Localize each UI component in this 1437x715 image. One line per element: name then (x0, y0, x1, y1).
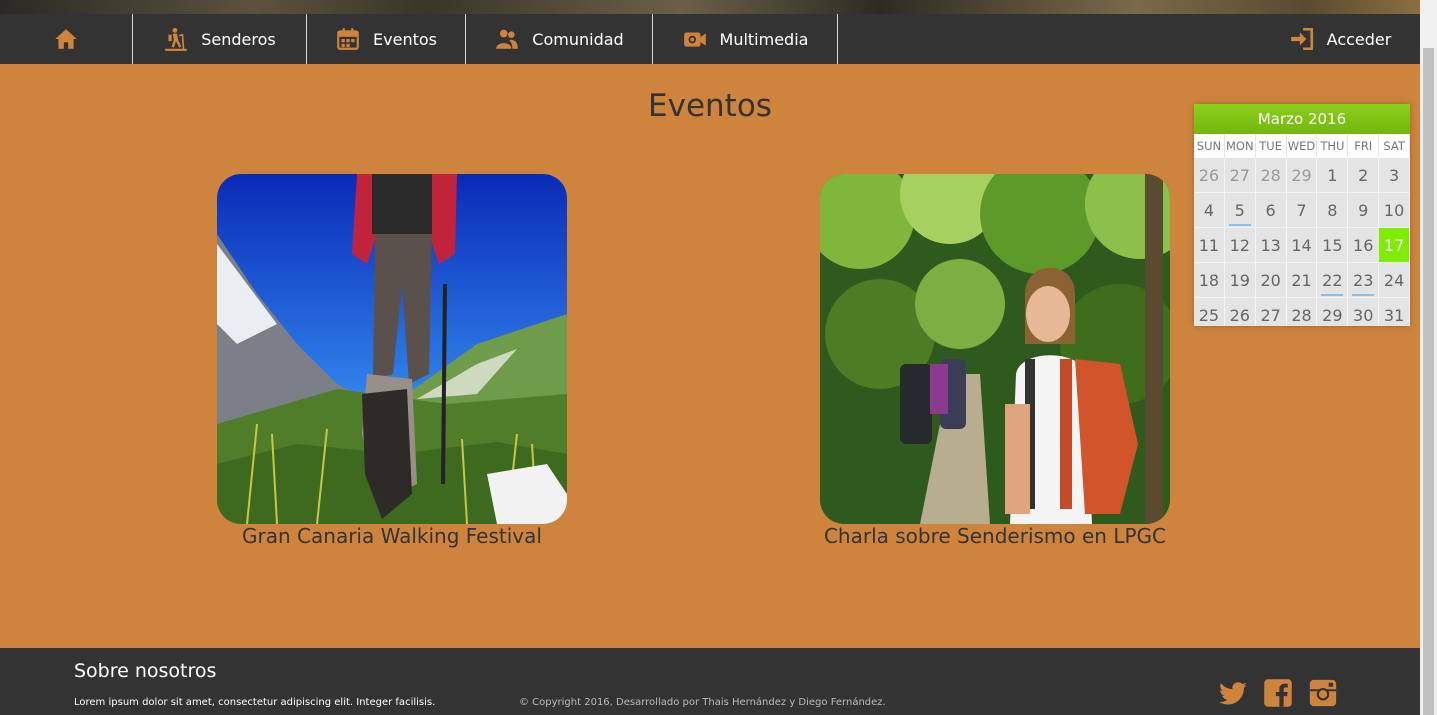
hiker-icon (165, 27, 188, 51)
weekday-label: SAT (1379, 134, 1410, 158)
calendar-day[interactable]: 29 (1317, 298, 1349, 326)
calendar-day[interactable]: 27 (1255, 298, 1287, 326)
event-title[interactable]: Charla sobre Senderismo en LPGC (740, 524, 1250, 548)
nav-label-comunidad: Comunidad (532, 29, 624, 49)
camera-icon (683, 32, 706, 47)
calendar-day[interactable]: 8 (1317, 193, 1349, 228)
calendar-icon (337, 28, 359, 50)
nav-label-multimedia: Multimedia (719, 29, 809, 49)
calendar-day[interactable]: 16 (1348, 228, 1380, 263)
calendar-day[interactable]: 12 (1224, 228, 1256, 263)
calendar-day[interactable]: 6 (1255, 193, 1287, 228)
calendar-day[interactable]: 28 (1286, 298, 1318, 326)
calendar-day-event[interactable]: 22 (1317, 263, 1349, 298)
users-icon (496, 29, 519, 49)
nav-eventos[interactable]: Eventos (307, 14, 465, 64)
calendar-day[interactable]: 20 (1255, 263, 1287, 298)
calendar-day[interactable]: 30 (1348, 298, 1380, 326)
calendar-day-today[interactable]: 17 (1379, 228, 1410, 263)
nav-login[interactable]: Acceder (1280, 14, 1400, 64)
calendar-day[interactable]: 7 (1286, 193, 1318, 228)
calendar-day[interactable]: 24 (1379, 263, 1410, 298)
weekday-label: SUN (1194, 134, 1225, 158)
calendar-day[interactable]: 26 (1224, 298, 1256, 326)
calendar-day[interactable]: 21 (1286, 263, 1318, 298)
weekday-label: THU (1317, 134, 1349, 158)
calendar-day[interactable]: 11 (1194, 228, 1225, 263)
weekday-label: TUE (1256, 134, 1287, 158)
footer-title: Sobre nosotros (74, 660, 217, 682)
calendar-day[interactable]: 29 (1286, 158, 1318, 193)
main-navbar: Senderos Eventos Comunidad Multimedia Ac… (0, 14, 1420, 64)
facebook-icon[interactable] (1263, 678, 1293, 708)
calendar-day[interactable]: 26 (1194, 158, 1225, 193)
calendar-day[interactable]: 14 (1286, 228, 1318, 263)
event-card-charla-senderismo[interactable]: Charla sobre Senderismo en LPGC (820, 174, 1170, 548)
nav-multimedia[interactable]: Multimedia (653, 14, 837, 64)
event-image-hiker-woman-forest[interactable] (820, 174, 1170, 524)
calendar-day[interactable]: 15 (1317, 228, 1349, 263)
calendar-month-title: Marzo 2016 (1194, 104, 1410, 134)
calendar-widget: Marzo 2016 SUN MON TUE WED THU FRI SAT 2… (1194, 104, 1410, 326)
vertical-scrollbar[interactable] (1420, 0, 1437, 715)
weekday-label: WED (1287, 134, 1318, 158)
sign-in-icon (1290, 27, 1313, 51)
nav-label-eventos: Eventos (373, 29, 437, 49)
event-image-hiker-mountains[interactable] (217, 174, 567, 524)
footer-copyright: © Copyright 2016, Desarrollado por Thais… (519, 697, 886, 708)
calendar-day-event[interactable]: 23 (1348, 263, 1380, 298)
calendar-day[interactable]: 19 (1224, 263, 1256, 298)
nav-label-senderos: Senderos (201, 29, 276, 49)
calendar-day[interactable]: 4 (1194, 193, 1225, 228)
calendar-day[interactable]: 2 (1348, 158, 1380, 193)
calendar-day-event[interactable]: 5 (1224, 193, 1256, 228)
calendar-grid: 26 27 28 29 1 2 3 4 5 6 7 8 9 10 11 12 1… (1194, 158, 1410, 326)
calendar-day[interactable]: 25 (1194, 298, 1225, 326)
event-title[interactable]: Gran Canaria Walking Festival (137, 524, 647, 548)
calendar-day[interactable]: 3 (1379, 158, 1410, 193)
footer-about-text: Lorem ipsum dolor sit amet, consectetur … (74, 697, 436, 708)
nav-home[interactable] (0, 14, 132, 64)
calendar-day[interactable]: 13 (1255, 228, 1287, 263)
calendar-day[interactable]: 9 (1348, 193, 1380, 228)
calendar-day[interactable]: 28 (1255, 158, 1287, 193)
nav-comunidad[interactable]: Comunidad (466, 14, 652, 64)
calendar-day[interactable]: 18 (1194, 263, 1225, 298)
nav-senderos[interactable]: Senderos (133, 14, 306, 64)
calendar-day[interactable]: 1 (1317, 158, 1349, 193)
hero-image-strip (0, 0, 1420, 14)
twitter-icon[interactable] (1218, 678, 1248, 708)
calendar-day[interactable]: 27 (1224, 158, 1256, 193)
nav-label-login: Acceder (1326, 29, 1392, 49)
instagram-icon[interactable] (1308, 678, 1338, 708)
calendar-day[interactable]: 10 (1379, 193, 1410, 228)
footer: Sobre nosotros Lorem ipsum dolor sit ame… (0, 648, 1420, 715)
event-card-walking-festival[interactable]: Gran Canaria Walking Festival (217, 174, 567, 548)
scrollbar-thumb[interactable] (1423, 48, 1434, 715)
calendar-day[interactable]: 31 (1379, 298, 1410, 326)
nav-separator (837, 14, 838, 64)
calendar-weekday-row: SUN MON TUE WED THU FRI SAT (1194, 134, 1410, 158)
weekday-label: FRI (1348, 134, 1380, 158)
home-icon (55, 29, 77, 49)
weekday-label: MON (1225, 134, 1256, 158)
